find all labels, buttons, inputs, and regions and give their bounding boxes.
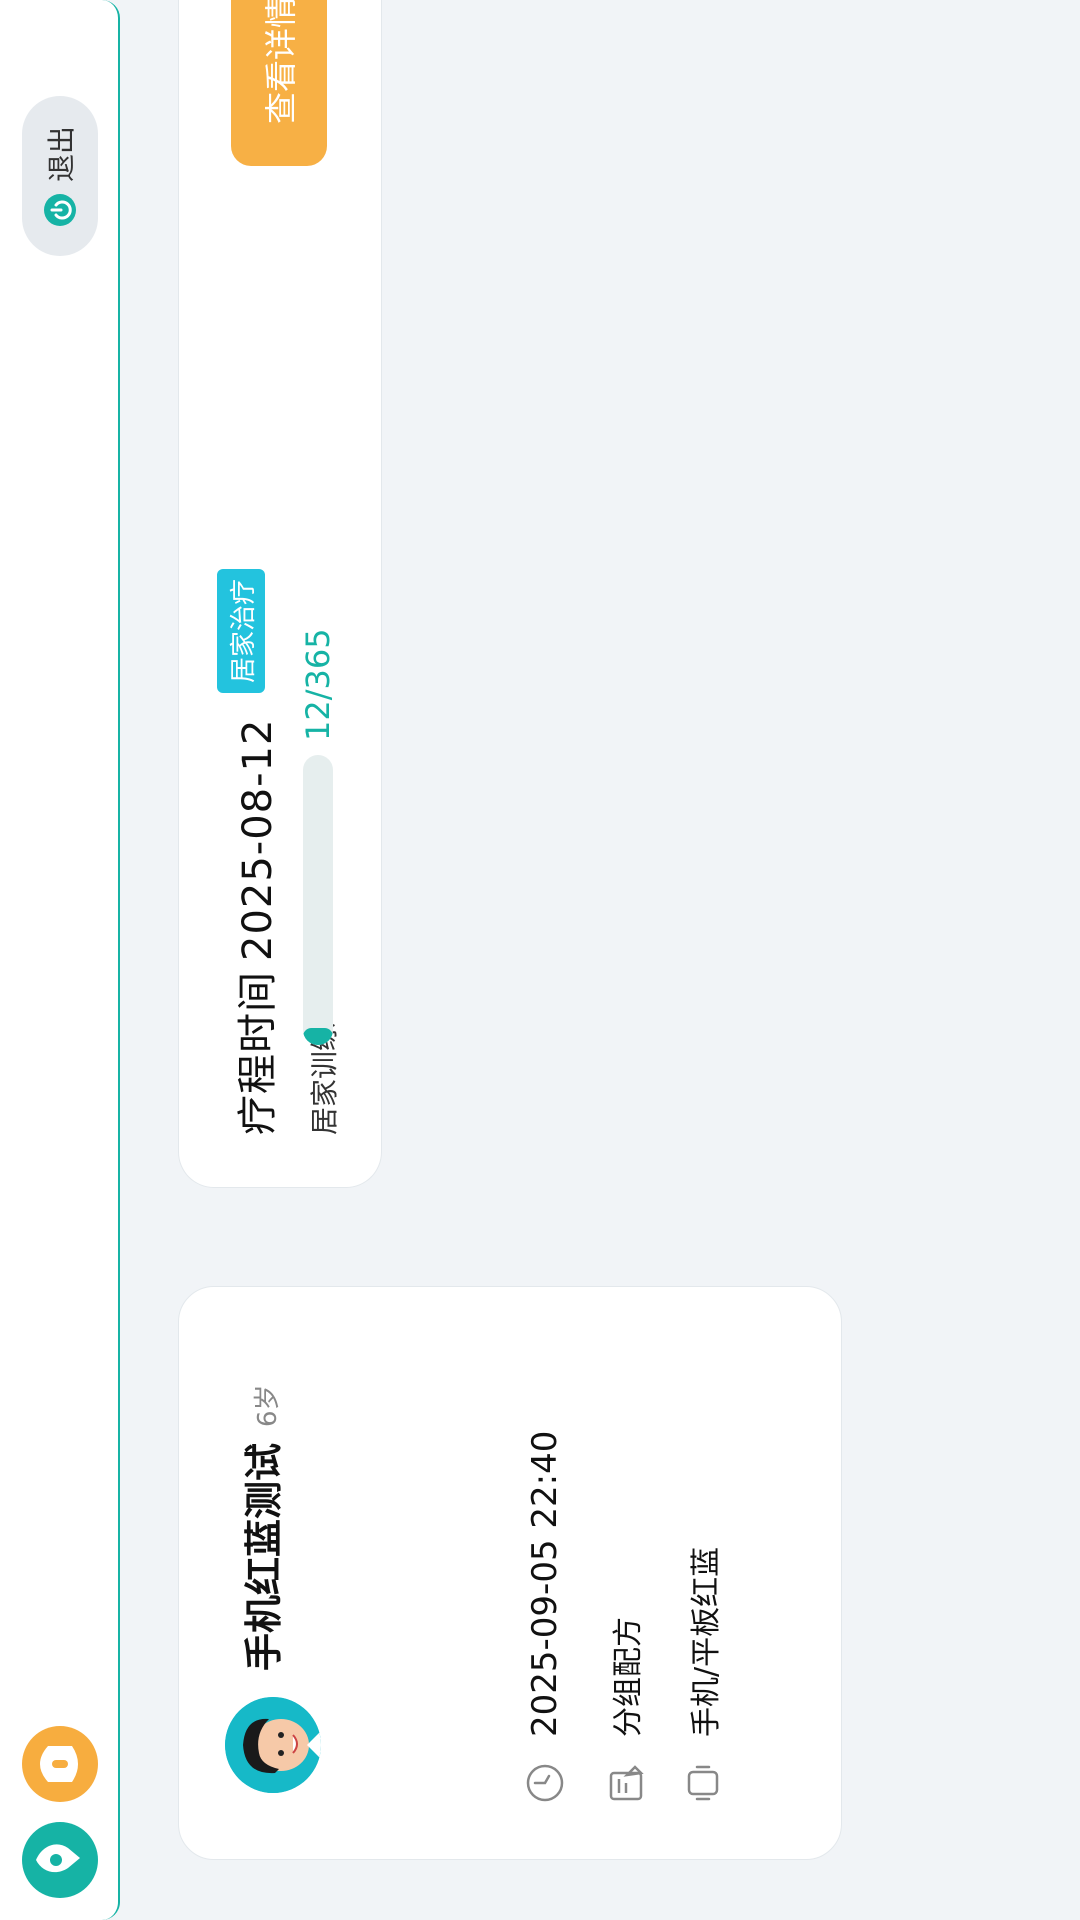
patient-card: 手机红蓝测试 6岁 2025-09-05 22:40 分组配方 手机/平板红蓝	[178, 1286, 842, 1860]
datetime-row: 2025-09-05 22:40	[525, 1431, 565, 1803]
patient-name: 手机红蓝测试	[242, 1442, 286, 1671]
schedule-title: 疗程时间 2025-08-12	[225, 719, 283, 1135]
avatar	[225, 1697, 321, 1793]
schedule-date: 2025-08-12	[235, 718, 281, 961]
formula-icon	[605, 1763, 645, 1803]
header-bar: 退出	[0, 0, 120, 1920]
schedule-card: 疗程时间2025-08-12 居家治疗 居家训练 12/365 查看详情	[178, 0, 382, 1188]
screen: 退出 手机红蓝测试 6岁 2025-09-05 22:40 分组配方 手机/平板…	[0, 0, 1080, 1920]
datetime-text: 2025-09-05 22:40	[525, 1430, 565, 1737]
app-logo-teal-icon[interactable]	[22, 1822, 98, 1898]
group-text: 分组配方	[611, 1617, 646, 1737]
power-icon	[44, 194, 76, 227]
device-row: 手机/平板红蓝	[681, 1547, 725, 1803]
clock-icon	[525, 1763, 565, 1803]
training-progress-bar	[303, 755, 333, 1045]
schedule-title-label: 疗程时间	[235, 971, 281, 1135]
logout-button[interactable]: 退出	[22, 96, 98, 256]
group-row: 分组配方	[603, 1617, 647, 1803]
logout-label: 退出	[45, 126, 78, 183]
status-badge: 居家治疗	[217, 568, 265, 693]
view-details-button[interactable]: 查看详情	[231, 0, 327, 166]
patient-age: 6岁	[253, 1384, 283, 1427]
app-logo-orange-icon[interactable]	[22, 1726, 98, 1802]
device-text: 手机/平板红蓝	[689, 1546, 724, 1737]
device-icon	[683, 1763, 723, 1803]
training-progress-text: 12/365	[299, 628, 337, 741]
